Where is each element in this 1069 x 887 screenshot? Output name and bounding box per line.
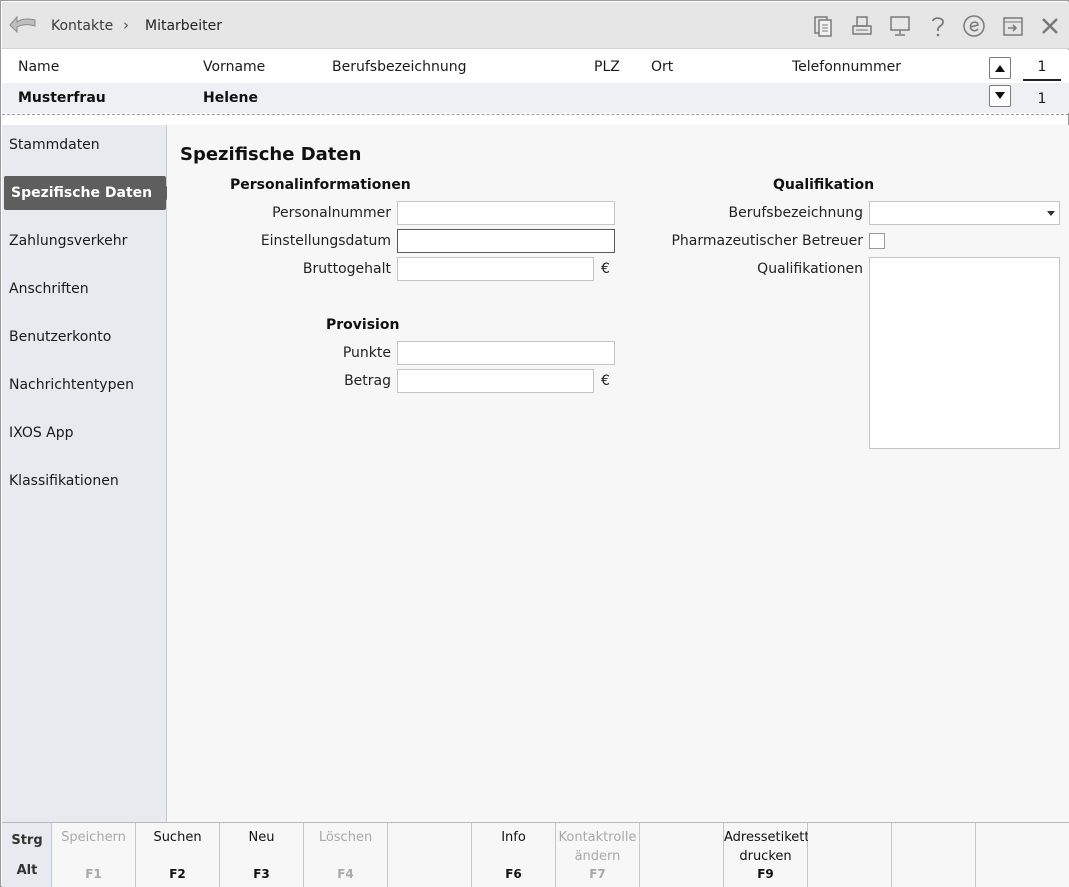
berufsbezeichnung-label: Berufsbezeichnung bbox=[728, 205, 864, 221]
section-qualifikation: Qualifikation bbox=[773, 177, 875, 193]
col-berufsbezeichnung[interactable]: Berufsbezeichnung bbox=[332, 59, 467, 75]
einstellungsdatum-field[interactable] bbox=[397, 229, 615, 253]
f7-key: F7 bbox=[589, 867, 606, 881]
sidebar-item-zahlungsverkehr[interactable]: Zahlungsverkehr bbox=[2, 224, 167, 258]
header-divider bbox=[2, 114, 1069, 115]
punkte-field[interactable] bbox=[397, 341, 615, 365]
berufsbezeichnung-select[interactable] bbox=[869, 201, 1060, 225]
betrag-currency: € bbox=[601, 373, 610, 389]
section-personalinformationen: Personalinformationen bbox=[230, 177, 411, 193]
scroll-up-button[interactable] bbox=[989, 57, 1011, 79]
breadcrumb-current: Mitarbeiter bbox=[145, 18, 223, 34]
qualifikationen-label: Qualifikationen bbox=[757, 261, 863, 277]
betrag-label: Betrag bbox=[344, 373, 391, 389]
triangle-down-icon bbox=[995, 92, 1005, 99]
f11-empty-button[interactable] bbox=[892, 823, 976, 887]
f4-label: Löschen bbox=[318, 830, 373, 845]
f3-neu-button[interactable]: Neu F3 bbox=[220, 823, 304, 887]
main-panel: Spezifische Daten Personalinformationen … bbox=[167, 125, 1069, 822]
bruttogehalt-currency: € bbox=[601, 261, 610, 277]
sidebar: Stammdaten Spezifische Daten Zahlungsver… bbox=[2, 125, 174, 822]
sidebar-item-nachrichtentypen[interactable]: Nachrichtentypen bbox=[2, 368, 167, 402]
f1-key: F1 bbox=[85, 867, 102, 881]
f5-empty-button[interactable] bbox=[388, 823, 472, 887]
punkte-label: Punkte bbox=[342, 345, 391, 361]
f3-label: Neu bbox=[248, 830, 275, 845]
col-ort[interactable]: Ort bbox=[651, 59, 673, 75]
f9-label: Adressetikett drucken bbox=[724, 830, 810, 864]
sidebar-item-benutzerkonto[interactable]: Benutzerkonto bbox=[2, 320, 167, 354]
f2-suchen-button[interactable]: Suchen F2 bbox=[136, 823, 220, 887]
contact-row[interactable]: Musterfrau Helene bbox=[2, 83, 1069, 113]
f9-adressetikett-drucken-button[interactable]: Adressetikett drucken F9 bbox=[724, 823, 810, 887]
sidebar-item-ixos-app[interactable]: IXOS App bbox=[2, 416, 167, 450]
f12-empty-button[interactable] bbox=[976, 823, 1069, 887]
contact-column-header: Name Vorname Berufsbezeichnung PLZ Ort T… bbox=[2, 50, 1069, 83]
f6-key: F6 bbox=[505, 867, 522, 881]
breadcrumb-separator: › bbox=[123, 16, 129, 34]
personalnummer-field[interactable] bbox=[397, 201, 615, 225]
page-indicator-bottom: 1 bbox=[1037, 91, 1047, 107]
f8-empty-button[interactable] bbox=[640, 823, 724, 887]
page-title: Spezifische Daten bbox=[180, 144, 362, 165]
f2-label: Suchen bbox=[153, 830, 202, 845]
betrag-field[interactable] bbox=[397, 369, 594, 393]
copy-icon[interactable] bbox=[811, 14, 835, 38]
f7-kontaktrolle-aendern-button[interactable]: Kontaktrolle ändern F7 bbox=[556, 823, 640, 887]
sidebar-item-anschriften[interactable]: Anschriften bbox=[2, 272, 167, 306]
page-indicator-top: 1 bbox=[1037, 59, 1047, 75]
monitor-icon[interactable] bbox=[888, 14, 912, 38]
function-key-bar: Strg Alt Speichern F1 Suchen F2 Neu F3 L… bbox=[2, 822, 1069, 887]
modifier-keys[interactable]: Strg Alt bbox=[2, 823, 52, 887]
sidebar-item-klassifikationen[interactable]: Klassifikationen bbox=[2, 464, 167, 498]
f3-key: F3 bbox=[253, 867, 270, 881]
f6-info-button[interactable]: Info F6 bbox=[472, 823, 556, 887]
modifier-alt[interactable]: Alt bbox=[2, 863, 52, 878]
bruttogehalt-label: Bruttogehalt bbox=[302, 261, 391, 277]
triangle-up-icon bbox=[995, 65, 1005, 72]
f1-label: Speichern bbox=[61, 830, 126, 845]
e-icon[interactable] bbox=[962, 14, 986, 38]
modifier-strg[interactable]: Strg bbox=[2, 833, 52, 848]
f7-label: Kontaktrolle ändern bbox=[558, 830, 637, 864]
app-window: Kontakte › Mitarbeiter Name Vorname Beru… bbox=[0, 0, 1069, 887]
chevron-down-icon[interactable] bbox=[1047, 211, 1055, 216]
col-telefonnummer[interactable]: Telefonnummer bbox=[792, 59, 901, 75]
pharmazeutischer-betreuer-checkbox[interactable] bbox=[869, 233, 885, 249]
personalnummer-label: Personalnummer bbox=[272, 205, 391, 221]
section-provision: Provision bbox=[326, 317, 400, 333]
help-icon[interactable] bbox=[926, 14, 950, 38]
contact-name: Musterfrau bbox=[18, 90, 106, 106]
f9-key: F9 bbox=[757, 867, 774, 881]
pharmazeutischer-betreuer-label: Pharmazeutischer Betreuer bbox=[671, 233, 863, 249]
einstellungsdatum-label: Einstellungsdatum bbox=[260, 233, 391, 249]
breadcrumb-root[interactable]: Kontakte bbox=[51, 18, 113, 34]
sidebar-item-spezifische-daten[interactable]: Spezifische Daten bbox=[4, 176, 174, 210]
contact-vorname: Helene bbox=[203, 90, 258, 106]
close-icon[interactable] bbox=[1038, 14, 1062, 38]
title-bar: Kontakte › Mitarbeiter bbox=[2, 2, 1069, 49]
f1-speichern-button[interactable]: Speichern F1 bbox=[52, 823, 136, 887]
col-name[interactable]: Name bbox=[18, 59, 59, 75]
col-vorname[interactable]: Vorname bbox=[203, 59, 265, 75]
f4-loeschen-button[interactable]: Löschen F4 bbox=[304, 823, 388, 887]
col-plz[interactable]: PLZ bbox=[594, 59, 620, 75]
sidebar-item-stammdaten[interactable]: Stammdaten bbox=[2, 128, 167, 162]
qualifikationen-list[interactable] bbox=[869, 257, 1060, 449]
f4-key: F4 bbox=[337, 867, 354, 881]
print-icon[interactable] bbox=[850, 14, 874, 38]
bruttogehalt-field[interactable] bbox=[397, 257, 594, 281]
f6-label: Info bbox=[501, 830, 526, 845]
f2-key: F2 bbox=[169, 867, 186, 881]
f10-empty-button[interactable] bbox=[808, 823, 892, 887]
scroll-down-button[interactable] bbox=[989, 85, 1011, 107]
exit-icon[interactable] bbox=[1001, 14, 1025, 38]
back-arrow-icon[interactable] bbox=[8, 12, 38, 38]
page-indicator-underline bbox=[1023, 79, 1061, 81]
